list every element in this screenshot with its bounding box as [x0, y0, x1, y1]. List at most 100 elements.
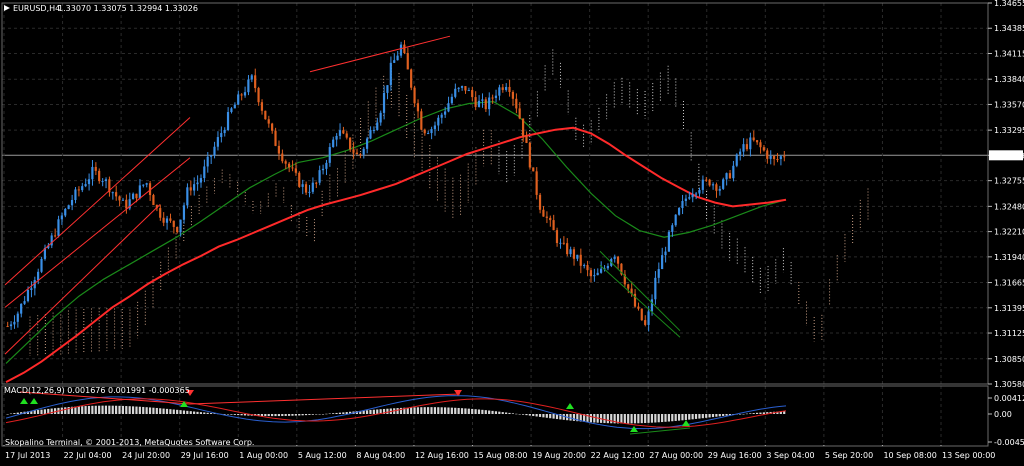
macd-histogram-bar — [81, 406, 84, 414]
macd-histogram-bar — [111, 405, 114, 414]
candle-body — [369, 130, 372, 139]
candle-body — [287, 163, 291, 168]
candle-body — [135, 193, 138, 199]
macd-histogram-bar — [121, 405, 124, 414]
time-tick-label: 19 Aug 20:00 — [532, 451, 586, 460]
candle-body — [20, 303, 23, 314]
macd-histogram-bar — [420, 407, 423, 414]
candle-body — [640, 308, 643, 321]
candle-body — [677, 208, 681, 215]
candle-body — [30, 288, 33, 290]
candle-body — [345, 133, 348, 138]
time-tick-label: 3 Sep 04:00 — [766, 451, 814, 460]
price-chart-svg[interactable]: 1.34655 1.34385 1.34115 1.33840 1.33570 1.332… — [0, 0, 1024, 462]
candle-body — [352, 149, 355, 153]
price-tick-label: 1.33840 — [994, 75, 1024, 84]
candle-body — [759, 142, 762, 148]
candle-body — [613, 256, 616, 259]
price-tick-label: 1.34385 — [994, 24, 1024, 33]
time-tick-label: 17 Jul 2013 — [5, 451, 50, 460]
macd-histogram-bar — [298, 414, 301, 416]
macd-histogram-bar — [40, 409, 43, 414]
macd-histogram-bar — [538, 414, 542, 417]
candle-body — [593, 275, 596, 277]
macd-histogram-bar — [138, 406, 141, 414]
ma-slow-line — [5, 126, 787, 383]
macd-histogram-bar — [169, 409, 172, 414]
macd-histogram-bar — [199, 412, 202, 414]
candle-body — [145, 183, 148, 185]
macd-histogram-bar — [454, 407, 457, 414]
macd-tick-label: 0.00412 — [994, 394, 1024, 403]
macd-histogram-bar — [671, 414, 674, 422]
candle-body — [125, 199, 128, 209]
macd-histogram-bar — [396, 408, 399, 414]
macd-histogram-bar — [115, 405, 118, 414]
arrow-down-icon — [454, 390, 462, 396]
macd-histogram-bar — [410, 407, 413, 414]
macd-histogram-bar — [9, 413, 13, 415]
price-tick-label: 1.31395 — [994, 304, 1024, 313]
candle-body — [216, 137, 219, 147]
candle-body — [335, 135, 338, 140]
candle-body — [420, 111, 423, 130]
candle-body — [338, 130, 342, 136]
candle-body — [209, 155, 213, 157]
candle-body — [193, 184, 196, 191]
macd-histogram-bar — [637, 414, 640, 424]
macd-histogram-bar — [488, 410, 491, 414]
macd-histogram-bar — [209, 413, 213, 414]
candle-body — [599, 268, 603, 273]
candle-body — [494, 95, 498, 98]
macd-histogram-bar — [661, 414, 664, 423]
candle-body — [464, 86, 467, 91]
candle-body — [552, 220, 555, 231]
candle-body — [477, 100, 481, 107]
candle-body — [535, 171, 538, 195]
macd-histogram-bar — [328, 413, 331, 415]
candle-body — [13, 321, 16, 325]
candle-body — [423, 129, 426, 134]
candle-body — [243, 92, 247, 96]
candle-body — [60, 215, 63, 220]
macd-histogram-bar — [644, 414, 647, 424]
chart-window[interactable]: 1.34655 1.34385 1.34115 1.33840 1.33570 1.332… — [0, 0, 1024, 462]
macd-histogram-bar — [606, 414, 609, 424]
candle-body — [711, 184, 715, 186]
symbol-menu-icon[interactable] — [4, 5, 10, 11]
macd-histogram-bar — [460, 408, 464, 414]
macd-histogram-bar — [84, 406, 87, 414]
macd-histogram-bar — [108, 405, 111, 414]
candle-body — [37, 271, 40, 281]
macd-histogram-bar — [226, 414, 230, 415]
macd-histogram-bar — [176, 409, 179, 414]
candle-body — [118, 196, 121, 201]
macd-histogram-bar — [688, 414, 691, 420]
trend-line — [599, 250, 681, 332]
price-tick-label: 1.32480 — [994, 202, 1024, 211]
macd-histogram-bar — [16, 412, 19, 414]
candle-body — [454, 88, 457, 97]
macd-histogram-bar — [457, 407, 460, 414]
candle-body — [301, 184, 304, 187]
macd-histogram-bar — [667, 414, 670, 422]
candle-body — [555, 230, 559, 244]
macd-panel — [5, 390, 787, 435]
macd-histogram-bar — [521, 414, 525, 415]
candle-body — [783, 156, 786, 158]
candle-body — [359, 154, 362, 156]
candle-body — [742, 144, 745, 152]
quote-values: 1.33070 1.33075 1.32994 1.33026 — [58, 4, 198, 13]
candle-body — [705, 179, 708, 181]
time-tick-label: 29 Jul 16:00 — [181, 451, 229, 460]
candle-body — [98, 170, 101, 182]
macd-histogram-bar — [135, 406, 138, 414]
macd-histogram-bar — [650, 414, 654, 423]
macd-histogram-bar — [715, 414, 718, 417]
candle-body — [515, 98, 518, 109]
macd-histogram-bar — [677, 414, 681, 421]
macd-histogram-bar — [437, 407, 440, 414]
candle-body — [616, 256, 620, 264]
candle-body — [220, 133, 223, 138]
macd-histogram-bar — [427, 407, 430, 414]
